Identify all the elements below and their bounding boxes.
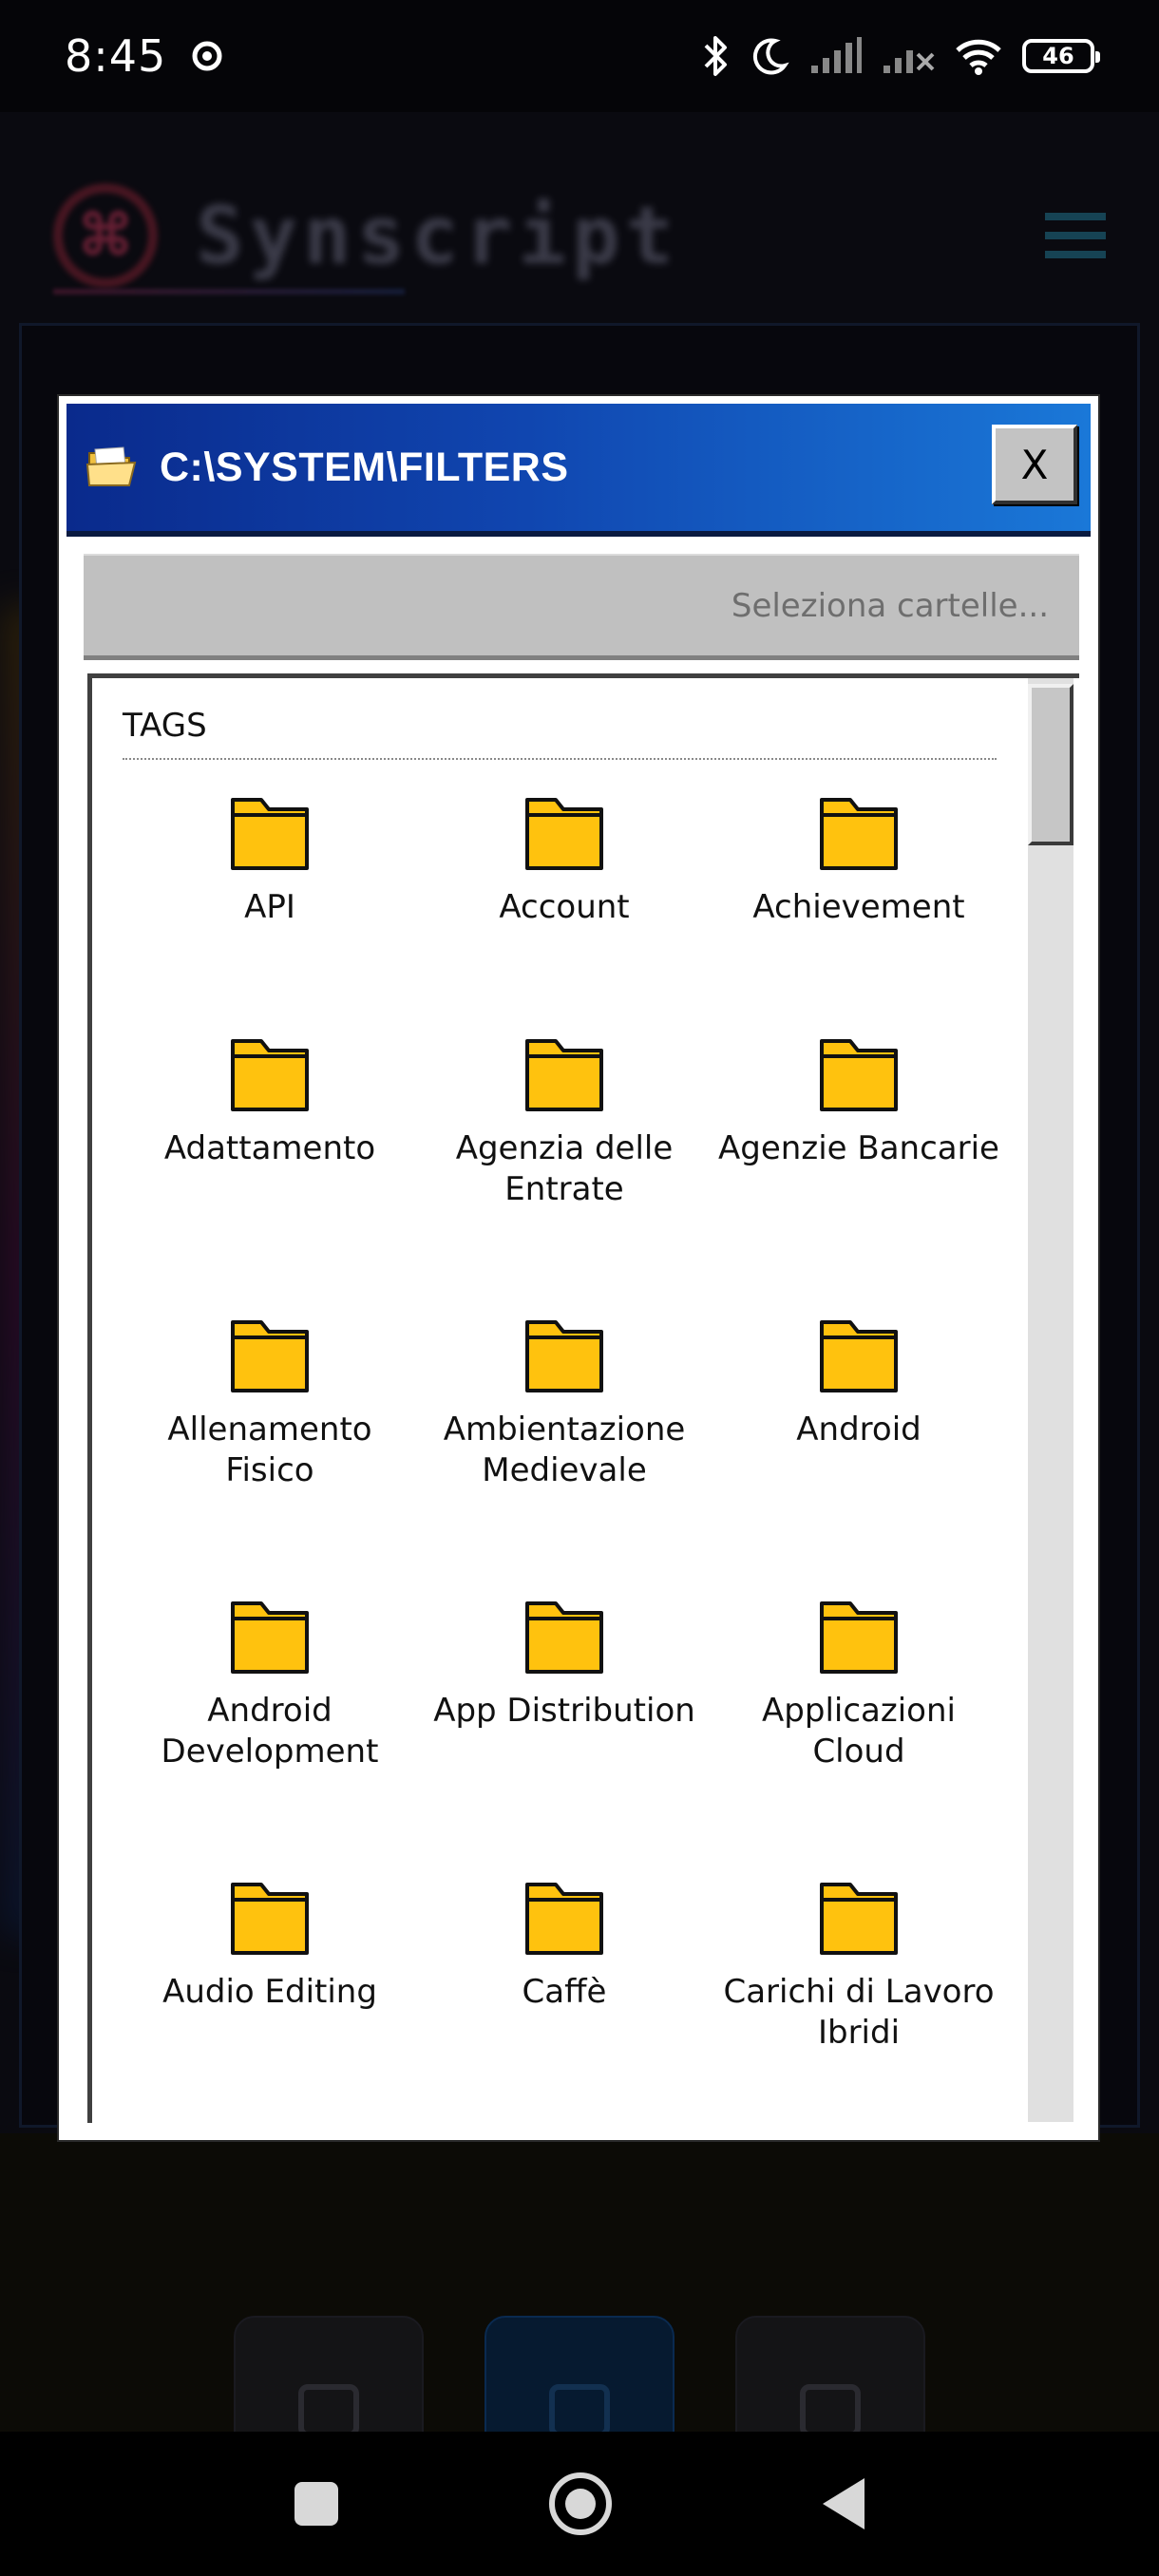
folder-icon [231,1883,309,1955]
back-button[interactable] [823,2478,864,2529]
folder-icon [820,1320,898,1392]
wifi-icon [956,39,1001,75]
folder-item[interactable]: App Distribution [417,1596,712,1877]
status-bar: 8:45 46 [0,0,1159,112]
hamburger-menu-icon[interactable] [1045,213,1106,258]
folder-icon [231,1601,309,1674]
folder-label: Adattamento [163,1129,376,1167]
battery-icon: 46 [1022,39,1100,73]
background-bottom-nav [0,2133,1159,2506]
folder-label: Audio Editing [162,1973,377,2011]
brand-name: Synscript [196,189,680,282]
folder-icon [820,798,898,870]
scrollbar-thumb[interactable] [1028,684,1074,845]
link-icon [549,2384,610,2437]
folder-item[interactable]: Achievement [712,792,1006,1033]
folder-icon [820,1883,898,1955]
vertical-scrollbar[interactable] [1028,678,1074,2122]
signal-off-icon [884,50,935,73]
folder-label: Android [796,1411,922,1449]
folder-label: Android Development [161,1692,379,1771]
signal-icon [811,37,862,73]
home-icon [298,2384,359,2437]
folder-grid: API Account Achievement Adattamento Agenzia … [123,792,1006,2123]
folder-icon [525,1320,603,1392]
folder-icon [231,798,309,870]
dialog-body: Seleziona cartelle... TAGS API Account Ach… [66,542,1091,2129]
close-button[interactable]: X [992,425,1077,504]
folder-icon [525,798,603,870]
folder-icon [525,1601,603,1674]
bluetooth-icon [704,36,727,76]
folder-item[interactable]: Applicazioni Cloud [712,1596,1006,1877]
folder-label: Carichi di Lavoro Ibridi [723,1973,995,2052]
folder-item[interactable]: Audio Editing [123,1877,417,2123]
folder-item[interactable]: Agenzie Bancarie [712,1033,1006,1315]
folder-label: Applicazioni Cloud [762,1692,956,1771]
folder-icon [820,1601,898,1674]
folder-select-input[interactable]: Seleziona cartelle... [84,554,1079,660]
folder-item[interactable]: Android [712,1315,1006,1596]
folder-icon [820,1039,898,1111]
folder-item[interactable]: Android Development [123,1596,417,1877]
folder-list-content: TAGS API Account Achievement Adattamento Age… [92,678,1033,2123]
dialog-titlebar[interactable]: C:\SYSTEM\FILTERS X [66,404,1091,537]
folder-icon [231,1320,309,1392]
folder-label: Agenzie Bancarie [718,1129,999,1167]
status-time: 8:45 [65,30,167,82]
folder-item[interactable]: API [123,792,417,1033]
folder-label: Agenzia delle Entrate [455,1129,674,1208]
moon-icon [752,38,789,75]
folder-item[interactable]: Ambientazione Medievale [417,1315,712,1596]
recents-button[interactable] [294,2482,338,2526]
folder-icon [525,1039,603,1111]
folder-list-panel: TAGS API Account Achievement Adattamento Age… [87,673,1079,2123]
folder-label: Caffè [522,1973,607,2011]
folder-label: Account [499,888,630,926]
brand-logo-icon: ⌘ [53,183,158,288]
folder-label: Allenamento Fisico [167,1411,372,1489]
system-nav-bar [0,2432,1159,2576]
folder-item[interactable]: Allenamento Fisico [123,1315,417,1596]
folder-label: App Distribution [433,1692,695,1730]
folder-item[interactable]: Carichi di Lavoro Ibridi [712,1877,1006,2123]
section-title-tags: TAGS [123,707,997,760]
gamepad-icon [800,2384,861,2437]
folder-label: API [244,888,295,926]
background-header: ⌘ Synscript [0,150,1159,321]
battery-level: 46 [1042,43,1074,69]
folder-item[interactable]: Adattamento [123,1033,417,1315]
folder-label: Achievement [752,888,965,926]
dialog-title: C:\SYSTEM\FILTERS [160,444,569,490]
select-placeholder: Seleziona cartelle... [731,586,1049,625]
chrome-icon [192,41,222,71]
folder-item[interactable]: Caffè [417,1877,712,2123]
folder-icon [231,1039,309,1111]
home-button[interactable] [549,2472,612,2535]
folder-item[interactable]: Account [417,792,712,1033]
filters-dialog: C:\SYSTEM\FILTERS X Seleziona cartelle..… [59,396,1098,2140]
screen: ⌘ Synscript 8:45 46 C:\SYSTEM\FILTERS X … [0,0,1159,2576]
folder-icon [525,1883,603,1955]
folder-label: Ambientazione Medievale [443,1411,686,1489]
folder-item[interactable]: Agenzia delle Entrate [417,1033,712,1315]
brand-underline [53,289,405,294]
open-folder-icon [86,446,137,486]
